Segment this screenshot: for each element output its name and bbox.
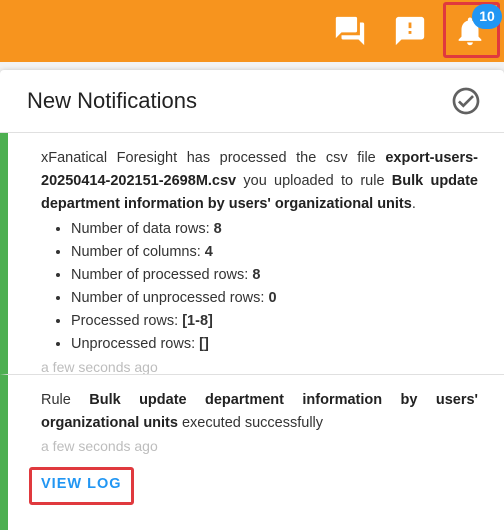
view-log-button[interactable]: VIEW LOG bbox=[41, 476, 122, 492]
stat-value: [1-8] bbox=[182, 313, 213, 329]
stat-label: Processed rows: bbox=[71, 313, 183, 329]
stat-label: Number of processed rows: bbox=[71, 267, 253, 283]
notification-count-badge: 10 bbox=[472, 4, 502, 29]
notification-time: a few seconds ago bbox=[41, 438, 158, 454]
stat-item: Number of processed rows: 8 bbox=[71, 264, 478, 287]
chat-icon[interactable] bbox=[333, 14, 367, 48]
panel-header: New Notifications bbox=[0, 70, 504, 133]
stats-list: Number of data rows: 8 Number of columns… bbox=[41, 218, 478, 356]
stat-label: Unprocessed rows: bbox=[71, 336, 200, 352]
top-bar: 10 bbox=[0, 0, 504, 62]
panel-title: New Notifications bbox=[27, 88, 197, 113]
message-text: executed successfully bbox=[177, 415, 324, 431]
notifications-panel: New Notifications xFanatical Foresight h… bbox=[0, 70, 504, 530]
stat-value: 8 bbox=[213, 221, 222, 237]
message-text: Rule bbox=[41, 392, 90, 408]
feedback-icon[interactable] bbox=[393, 14, 427, 48]
notification-item: Rule Bulk update department information … bbox=[0, 374, 504, 530]
message-text: you uploaded to rule bbox=[236, 173, 392, 189]
check-circle-icon[interactable] bbox=[450, 85, 482, 117]
stat-item: Number of data rows: 8 bbox=[71, 218, 478, 241]
stat-item: Number of columns: 4 bbox=[71, 241, 478, 264]
notification-message: Rule Bulk update department information … bbox=[41, 389, 478, 435]
stat-value: 8 bbox=[252, 267, 261, 283]
notification-item: xFanatical Foresight has processed the c… bbox=[0, 133, 504, 375]
stat-value: [] bbox=[199, 336, 209, 352]
stat-label: Number of unprocessed rows: bbox=[71, 290, 269, 306]
message-text: xFanatical Foresight has processed the c… bbox=[41, 150, 386, 166]
stat-label: Number of data rows: bbox=[71, 221, 214, 237]
stat-value: 4 bbox=[204, 244, 213, 260]
stat-item: Unprocessed rows: [] bbox=[71, 333, 478, 356]
stat-label: Number of columns: bbox=[71, 244, 205, 260]
notification-message: xFanatical Foresight has processed the c… bbox=[41, 147, 478, 216]
stat-value: 0 bbox=[268, 290, 277, 306]
stat-item: Processed rows: [1-8] bbox=[71, 310, 478, 333]
stat-item: Number of unprocessed rows: 0 bbox=[71, 287, 478, 310]
message-text: . bbox=[411, 196, 416, 212]
